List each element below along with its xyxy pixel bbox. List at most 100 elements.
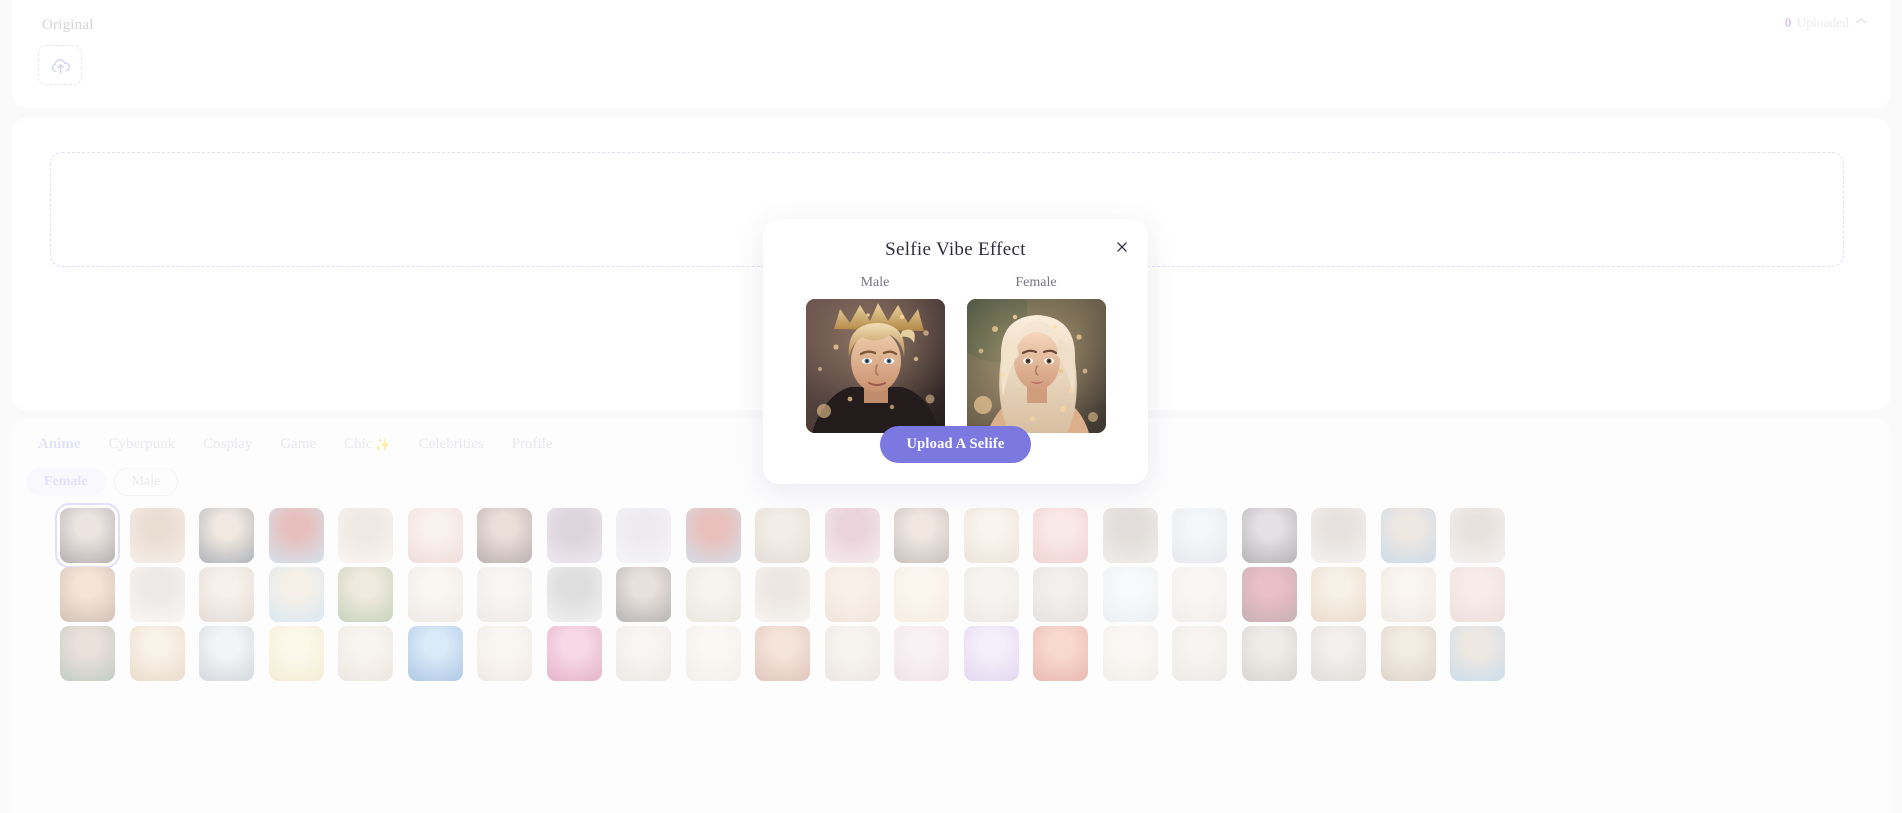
style-thumbnail[interactable]: [894, 567, 949, 622]
tab-anime[interactable]: Anime: [24, 432, 95, 457]
style-thumbnail[interactable]: [60, 626, 115, 681]
original-upload-panel: Original 0 Uploaded: [12, 0, 1890, 108]
style-thumbnail[interactable]: [1450, 567, 1505, 622]
style-thumbnail[interactable]: [546, 626, 602, 681]
style-thumbnail[interactable]: [407, 626, 463, 681]
style-thumbnail[interactable]: [407, 567, 463, 622]
modal-title: Selfie Vibe Effect: [885, 239, 1026, 260]
style-thumbnail[interactable]: [1380, 567, 1436, 622]
chevron-up-icon[interactable]: [1854, 14, 1868, 32]
uploaded-count: 0: [1784, 15, 1792, 30]
style-thumbnail[interactable]: [199, 567, 254, 622]
style-thumbnail[interactable]: [199, 508, 254, 563]
choice-male[interactable]: Male: [805, 275, 945, 433]
style-thumbnail[interactable]: [268, 508, 324, 563]
gender-filter-pills: Female Male: [26, 468, 179, 496]
style-thumbnail[interactable]: [1033, 567, 1088, 622]
style-thumbnail[interactable]: [338, 626, 393, 681]
style-thumbnail[interactable]: [546, 508, 602, 563]
style-thumbnail[interactable]: [963, 508, 1019, 563]
style-thumbnail[interactable]: [60, 567, 115, 622]
selfie-vibe-effect-modal: Selfie Vibe Effect Male Female Upload A …: [763, 219, 1148, 484]
gender-pill-female[interactable]: Female: [26, 468, 106, 496]
gender-pill-male[interactable]: Male: [113, 468, 179, 496]
tab-game[interactable]: Game: [266, 432, 330, 457]
tab-cosplay[interactable]: Cosplay: [189, 432, 266, 457]
style-thumbnail[interactable]: [546, 567, 602, 622]
style-thumbnail[interactable]: [129, 508, 185, 563]
style-thumbnail[interactable]: [1102, 626, 1158, 681]
style-thumbnail[interactable]: [824, 508, 880, 563]
style-thumbnail[interactable]: [1172, 508, 1227, 563]
style-thumbnail[interactable]: [1102, 508, 1158, 563]
style-thumbnail[interactable]: [616, 508, 671, 563]
close-icon[interactable]: [1110, 235, 1134, 259]
style-thumbnail[interactable]: [963, 626, 1019, 681]
style-thumbnail[interactable]: [824, 626, 880, 681]
style-thumbnail[interactable]: [963, 567, 1019, 622]
style-thumbnail[interactable]: [1311, 567, 1366, 622]
style-thumbnail[interactable]: [616, 626, 671, 681]
sparkle-icon: ✨: [374, 436, 391, 452]
style-thumbnail[interactable]: [755, 567, 810, 622]
style-thumbnail[interactable]: [338, 508, 393, 563]
style-thumbnail[interactable]: [199, 626, 254, 681]
style-thumbnail[interactable]: [1450, 508, 1505, 563]
female-portrait-image[interactable]: [966, 299, 1106, 433]
style-thumbnail[interactable]: [55, 503, 120, 568]
uploaded-label: Uploaded: [1796, 15, 1849, 30]
upload-dropzone-button[interactable]: [38, 45, 82, 85]
upload-a-selfie-button[interactable]: Upload A Selife: [880, 426, 1031, 463]
style-thumbnail[interactable]: [685, 567, 741, 622]
style-thumbnail[interactable]: [824, 567, 880, 622]
style-thumbnail[interactable]: [407, 508, 463, 563]
tab-chic[interactable]: Chic ✨: [330, 432, 405, 457]
style-thumbnail[interactable]: [1450, 626, 1505, 681]
style-thumbnail[interactable]: [1172, 626, 1227, 681]
style-thumbnail[interactable]: [129, 567, 185, 622]
style-thumbnail[interactable]: [1311, 626, 1366, 681]
uploaded-summary-toggle[interactable]: 0 Uploaded: [1785, 14, 1868, 32]
style-thumbnail[interactable]: [268, 626, 324, 681]
choice-male-label: Male: [860, 275, 890, 290]
style-thumbnail[interactable]: [1172, 567, 1227, 622]
style-thumbnail[interactable]: [1380, 626, 1436, 681]
tab-label: Cosplay: [203, 436, 253, 452]
tab-label: Game: [280, 436, 317, 452]
style-thumbnail[interactable]: [685, 508, 741, 563]
style-thumbnail[interactable]: [755, 626, 810, 681]
style-thumbnail[interactable]: [1311, 508, 1366, 563]
male-portrait-image[interactable]: [805, 299, 945, 433]
style-thumbnail[interactable]: [894, 508, 949, 563]
style-thumbnail[interactable]: [1102, 567, 1158, 622]
style-thumbnail[interactable]: [616, 567, 671, 622]
style-thumbnail[interactable]: [755, 508, 810, 563]
style-thumbnail[interactable]: [1033, 626, 1088, 681]
category-tabs: Anime Cyberpunk Cosplay Game Chic ✨ Celebritie…: [24, 432, 567, 457]
style-thumbnail[interactable]: [1241, 626, 1297, 681]
style-thumbnail[interactable]: [268, 567, 324, 622]
style-thumbnail[interactable]: [1380, 508, 1436, 563]
style-thumbnail[interactable]: [129, 626, 185, 681]
style-thumbnail[interactable]: [1241, 508, 1297, 563]
style-thumbnail[interactable]: [1241, 567, 1297, 622]
style-thumbnail[interactable]: [477, 626, 532, 681]
style-thumbnail[interactable]: [477, 567, 532, 622]
tab-cyberpunk[interactable]: Cyberpunk: [95, 432, 190, 457]
style-thumbnail[interactable]: [338, 567, 393, 622]
tab-celebrities[interactable]: Celebrities: [405, 432, 498, 457]
choice-female-label: Female: [1015, 275, 1057, 290]
style-thumbnail[interactable]: [894, 626, 949, 681]
modal-footer: Upload A Selife: [763, 426, 1148, 463]
style-thumbnail[interactable]: [1033, 508, 1088, 563]
style-thumbnail[interactable]: [685, 626, 741, 681]
tab-profile[interactable]: Profile: [498, 432, 567, 457]
tab-label: Chic: [344, 436, 373, 452]
tab-label: Celebrities: [418, 436, 484, 452]
tab-label: Profile: [511, 436, 553, 452]
style-thumbnail-grid: [55, 503, 1860, 681]
style-thumbnail[interactable]: [477, 508, 532, 563]
choice-female[interactable]: Female: [966, 275, 1106, 433]
tab-label: Cyberpunk: [108, 436, 176, 452]
tab-label: Anime: [38, 436, 81, 452]
